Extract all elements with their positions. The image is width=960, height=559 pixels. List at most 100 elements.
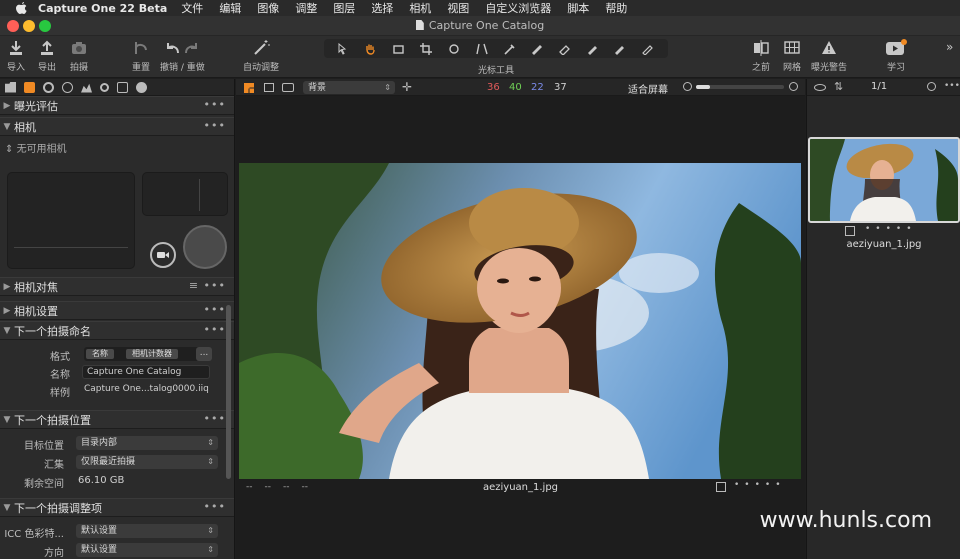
annotate-icon[interactable] <box>641 43 655 55</box>
section-menu-icon[interactable]: ≡ ••• <box>189 279 226 292</box>
zoom-out-icon[interactable] <box>683 82 692 91</box>
rgb-readout-r: 36 <box>487 82 500 93</box>
undo-redo-button[interactable]: 撤销 / 重做 <box>160 39 205 73</box>
menu-layer[interactable]: 图层 <box>333 0 355 16</box>
fit-screen-label[interactable]: 适合屏幕 <box>628 81 668 96</box>
eye-icon[interactable] <box>814 84 826 91</box>
sort-icon[interactable]: ⇅ <box>834 80 843 93</box>
rotate-icon[interactable] <box>447 43 461 55</box>
thumbnail[interactable] <box>808 137 960 223</box>
free-space-label: 剩余空间 <box>24 479 64 490</box>
picker-icon[interactable] <box>503 43 517 55</box>
color-tab-icon[interactable] <box>62 81 73 93</box>
apple-icon[interactable] <box>14 1 28 15</box>
proof-view-icon[interactable] <box>282 83 294 92</box>
menu-custom-browser[interactable]: 自定义浏览器 <box>485 0 551 16</box>
name-input[interactable]: Capture One Catalog <box>82 365 210 379</box>
thumbnail-rating-dots[interactable]: ••••• <box>865 224 917 234</box>
reset-button[interactable]: 重置 <box>132 39 150 73</box>
single-view-icon[interactable] <box>264 83 274 92</box>
keystone-icon[interactable] <box>475 43 489 55</box>
pan-hand-icon[interactable] <box>364 43 378 55</box>
eraser-icon[interactable] <box>558 43 572 55</box>
capture-tab-icon[interactable] <box>24 81 35 93</box>
capture-button[interactable]: 拍摄 <box>70 39 88 73</box>
auto-adjust-button[interactable]: 自动调整 <box>243 39 279 73</box>
details-tab-icon[interactable] <box>100 82 109 92</box>
browser-panel: ⇅ 1/1 ••• ••••• aeziyuan_1.jpg <box>806 79 960 559</box>
section-menu-icon[interactable]: ••• <box>204 119 226 132</box>
live-view-button[interactable] <box>150 242 176 268</box>
orientation-label: 方向 <box>44 548 64 559</box>
viewer-select-checkbox[interactable] <box>716 482 726 492</box>
menu-edit[interactable]: 编辑 <box>219 0 241 16</box>
adjust-tab-icon[interactable] <box>117 81 128 93</box>
collection-select[interactable]: 仅限最近拍摄 ⇕ <box>76 455 218 469</box>
icc-profile-select[interactable]: 默认设置 ⇕ <box>76 524 218 538</box>
brush-icon[interactable] <box>530 43 544 55</box>
exposure-warning-button[interactable]: 曝光警告 <box>811 39 847 73</box>
multi-view-icon[interactable] <box>244 83 254 93</box>
main-photo[interactable] <box>239 163 801 479</box>
left-panel-scrollbar[interactable] <box>226 305 231 479</box>
background-select[interactable]: 背景 ⇕ <box>303 81 395 94</box>
menu-select[interactable]: 选择 <box>371 0 393 16</box>
zoom-in-icon[interactable] <box>789 82 798 91</box>
add-crosshair-icon[interactable]: ✛ <box>402 80 412 94</box>
library-tab-icon[interactable] <box>5 81 16 93</box>
grid-icon <box>784 41 800 54</box>
import-button[interactable]: 导入 <box>7 39 25 73</box>
browser-toolbar: ⇅ 1/1 ••• <box>807 79 960 96</box>
search-icon[interactable] <box>927 82 936 91</box>
format-token-counter[interactable]: 相机计数器 <box>126 349 178 359</box>
menu-scripts[interactable]: 脚本 <box>567 0 589 16</box>
menu-file[interactable]: 文件 <box>181 0 203 16</box>
section-next-capture-naming[interactable]: ▼ 下一个拍摄命名 ••• <box>0 321 234 340</box>
camera-preview-box <box>7 172 135 269</box>
toolbar-overflow-icon[interactable]: » <box>946 40 953 54</box>
section-camera[interactable]: ▼ 相机 ••• <box>0 117 234 136</box>
capture-shutter-button[interactable] <box>183 225 227 269</box>
section-menu-icon[interactable]: ••• <box>204 500 226 513</box>
format-field[interactable]: 名称 相机计数器 <box>84 347 210 361</box>
section-menu-icon[interactable]: ••• <box>204 303 226 316</box>
section-menu-icon[interactable]: ••• <box>204 412 226 425</box>
warning-icon <box>822 41 836 54</box>
section-exposure-eval[interactable]: ▶ 曝光评估 ••• <box>0 96 234 115</box>
draw-mask-icon[interactable] <box>586 43 600 55</box>
menu-view[interactable]: 视图 <box>447 0 469 16</box>
watermark-text: www.hunls.com <box>759 508 932 533</box>
crop-icon[interactable] <box>419 42 434 55</box>
browser-menu-icon[interactable]: ••• <box>944 81 960 91</box>
section-next-capture-location[interactable]: ▼ 下一个拍摄位置 ••• <box>0 410 234 429</box>
lens-tab-icon[interactable] <box>43 81 54 93</box>
no-camera-selector[interactable]: ⇕ 无可用相机 <box>5 140 67 155</box>
app-menu[interactable]: Capture One 22 Beta <box>38 2 167 15</box>
destination-select[interactable]: 目录内部 ⇕ <box>76 436 218 450</box>
loupe-icon[interactable] <box>392 43 406 55</box>
metadata-tab-icon[interactable] <box>136 81 147 93</box>
viewer-rating-dots[interactable]: ••••• <box>734 480 786 490</box>
orientation-select[interactable]: 默认设置 ⇕ <box>76 543 218 557</box>
zoom-slider[interactable] <box>696 85 784 89</box>
before-button[interactable]: 之前 <box>752 39 770 73</box>
section-camera-focus[interactable]: ▶ 相机对焦 ≡ ••• <box>0 277 234 296</box>
thumbnail-checkbox[interactable] <box>845 226 855 236</box>
gradient-mask-icon[interactable] <box>613 43 627 55</box>
menu-image[interactable]: 图像 <box>257 0 279 16</box>
viewer: 背景 ⇕ ✛ 36 40 22 37 适合屏幕 -- -- -- -- aezi… <box>236 79 805 559</box>
grid-button[interactable]: 网格 <box>783 39 801 73</box>
section-menu-icon[interactable]: ••• <box>204 98 226 111</box>
section-next-capture-adjustments[interactable]: ▼ 下一个拍摄调整项 ••• <box>0 498 234 517</box>
learn-button[interactable]: 学习 <box>885 39 907 73</box>
select-cursor-icon[interactable] <box>337 42 351 55</box>
exposure-tab-icon[interactable] <box>81 83 92 93</box>
export-button[interactable]: 导出 <box>38 39 56 73</box>
section-menu-icon[interactable]: ••• <box>204 323 226 336</box>
format-token-name[interactable]: 名称 <box>86 349 114 359</box>
menu-help[interactable]: 帮助 <box>605 0 627 16</box>
menu-camera[interactable]: 相机 <box>409 0 431 16</box>
section-camera-settings[interactable]: ▶ 相机设置 ••• <box>0 301 234 320</box>
format-more-button[interactable]: ... <box>196 347 212 361</box>
menu-adjust[interactable]: 调整 <box>295 0 317 16</box>
